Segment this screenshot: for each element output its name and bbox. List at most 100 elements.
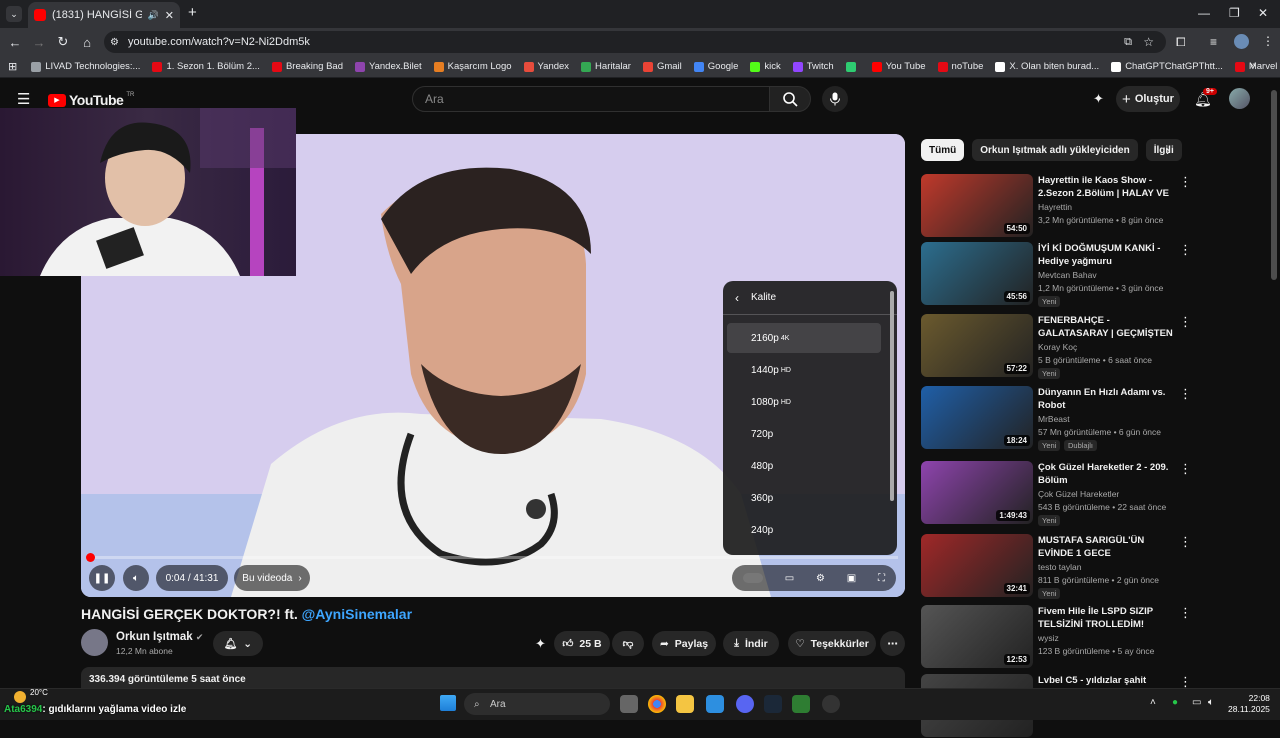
video-title[interactable]: İYİ Kİ DOĞMUŞUM KANKİ - Hediye yağmuru — [1038, 242, 1173, 268]
quality-option[interactable]: 1440p HD — [727, 355, 881, 385]
quality-menu-header[interactable]: ‹ Kalite — [723, 281, 897, 315]
window-close-icon[interactable]: ✕ — [1258, 6, 1268, 20]
search-button[interactable] — [769, 86, 811, 112]
upload-sparkle-icon[interactable]: ✦ — [1093, 91, 1104, 107]
store-icon[interactable] — [706, 695, 724, 713]
bookmark-item[interactable]: Kaşarcım Logo — [433, 61, 512, 72]
video-thumbnail[interactable]: 32:41 — [921, 534, 1033, 597]
site-info-icon[interactable]: ⚙ — [110, 37, 119, 48]
apps-grid-icon[interactable]: ⊞ — [8, 60, 17, 73]
volume-button[interactable]: 🔈︎ — [123, 565, 149, 591]
tab-list-button[interactable]: ⌄ — [6, 6, 22, 22]
more-options-icon[interactable]: ⋮ — [1179, 314, 1192, 330]
search-input[interactable]: Ara — [412, 86, 770, 112]
video-thumbnail[interactable]: 45:56 — [921, 242, 1033, 305]
fullscreen-icon[interactable]: ⛶ — [878, 573, 885, 584]
recommended-video[interactable]: 57:22 FENERBAHÇE - GALATASARAY | GEÇMİŞTE… — [921, 314, 1261, 379]
more-options-icon[interactable]: ⋮ — [1179, 174, 1192, 190]
bookmark-item[interactable]: noTube — [937, 61, 983, 72]
hamburger-menu-icon[interactable]: ☰ — [17, 90, 30, 108]
bookmark-item[interactable]: LIVAD Technologies:... — [31, 61, 140, 72]
filter-chip[interactable]: Tümü — [921, 139, 965, 161]
video-title[interactable]: Dünyanın En Hızlı Adamı vs. Robot — [1038, 386, 1173, 412]
quality-option[interactable]: 240p — [727, 515, 881, 545]
channel-name[interactable]: Hayrettin — [1038, 202, 1072, 212]
reading-list-icon[interactable]: ≡ — [1210, 35, 1217, 49]
bookmark-item[interactable]: kick — [750, 61, 781, 72]
bookmark-item[interactable]: Twitch — [792, 61, 834, 72]
quality-option[interactable]: 2160p 4K — [727, 323, 881, 353]
video-title[interactable]: Fivem Hile İle LSPD SIZIP TELSİZİNİ TROL… — [1038, 605, 1173, 631]
quality-option[interactable]: 720p — [727, 419, 881, 449]
video-thumbnail[interactable]: 57:22 — [921, 314, 1033, 377]
video-thumbnail[interactable]: 1:49:43 — [921, 461, 1033, 524]
extensions-icon[interactable]: ⧠ — [1176, 35, 1186, 50]
bookmark-item[interactable]: ChatGPTChatGPThtt... — [1111, 61, 1223, 72]
progress-bar[interactable] — [86, 553, 898, 562]
filter-chip[interactable]: İlgili — [1145, 139, 1182, 161]
more-options-icon[interactable]: ⋮ — [1179, 605, 1192, 621]
quality-option[interactable]: 1080p HD — [727, 387, 881, 417]
bookmark-item[interactable]: Yandex — [523, 61, 569, 72]
more-options-icon[interactable]: ⋮ — [1179, 461, 1192, 477]
tray-volume-icon[interactable]: 🔈︎ — [1208, 697, 1214, 708]
chrome-icon[interactable] — [648, 695, 666, 713]
like-button[interactable]: 👍︎ 25 B — [554, 631, 610, 656]
address-bar[interactable]: ⚙ youtube.com/watch?v=N2-Ni2Ddm5k ⧉ ☆ — [104, 31, 1166, 53]
bookmarks-overflow-icon[interactable]: » — [1250, 60, 1256, 71]
install-app-icon[interactable]: ⧉ — [1124, 36, 1132, 49]
forward-icon[interactable]: → — [27, 35, 51, 50]
app-feather-icon[interactable] — [792, 695, 810, 713]
video-title[interactable]: FENERBAHÇE - GALATASARAY | GEÇMİŞTEN GÜN… — [1038, 314, 1173, 340]
voice-search-button[interactable] — [822, 86, 848, 112]
bookmark-item[interactable]: Marvel dizi ve filmle... — [1234, 61, 1280, 72]
obs-icon[interactable] — [822, 695, 840, 713]
youtube-logo[interactable]: ▶ YouTube TR — [48, 92, 134, 108]
more-options-icon[interactable]: ⋮ — [1179, 534, 1192, 550]
channel-name[interactable]: testo taylan — [1038, 562, 1081, 572]
channel-name[interactable]: Koray Koç — [1038, 342, 1077, 352]
steam-icon[interactable] — [764, 695, 782, 713]
progress-scrubber[interactable] — [86, 553, 95, 562]
filter-chip[interactable]: Orkun Işıtmak adlı yükleyiciden — [972, 139, 1138, 161]
menu-scrollbar[interactable] — [890, 291, 894, 501]
taskbar-search[interactable]: ⌕ Ara — [464, 693, 610, 715]
dislike-button[interactable]: 👎︎ — [612, 631, 644, 656]
recommended-video[interactable]: 45:56 İYİ Kİ DOĞMUŞUM KANKİ - Hediye yağm… — [921, 242, 1261, 307]
quality-option[interactable]: 480p — [727, 451, 881, 481]
theater-mode-icon[interactable]: ▣ — [847, 573, 856, 584]
bookmark-item[interactable]: Google — [693, 61, 738, 72]
create-button[interactable]: + Oluştur — [1116, 86, 1180, 112]
bookmark-item[interactable]: Gmail — [642, 61, 682, 72]
subscribe-bell-button[interactable]: 🔔︎ ⌄ — [213, 631, 263, 656]
weather-widget[interactable]: 20°C — [14, 688, 48, 703]
bookmark-item[interactable]: 1. Sezon 1. Bölüm 2... — [152, 61, 260, 72]
video-thumbnail[interactable]: 54:50 — [921, 174, 1033, 237]
recommended-video[interactable]: 32:41 MUSTAFA SARIGÜL'ÜN EVİNDE 1 GECE tes… — [921, 534, 1261, 599]
share-button[interactable]: ➦ Paylaş — [652, 631, 716, 656]
tray-network-icon[interactable]: ▭ — [1192, 697, 1201, 708]
notifications-button[interactable]: 🔔︎ 9+ — [1194, 88, 1217, 109]
reload-icon[interactable]: ↻ — [51, 34, 75, 50]
tray-mic-icon[interactable]: ● — [1172, 697, 1178, 708]
more-options-icon[interactable]: ⋮ — [1179, 386, 1192, 402]
video-title[interactable]: MUSTAFA SARIGÜL'ÜN EVİNDE 1 GECE — [1038, 534, 1173, 560]
profile-avatar[interactable] — [1234, 34, 1249, 49]
video-title[interactable]: Çok Güzel Hareketler 2 - 209. Bölüm — [1038, 461, 1173, 487]
file-explorer-icon[interactable] — [676, 695, 694, 713]
video-thumbnail[interactable]: 18:24 — [921, 386, 1033, 449]
channel-name[interactable]: MrBeast — [1038, 414, 1070, 424]
video-thumbnail[interactable]: 12:53 — [921, 605, 1033, 668]
tray-chevron-icon[interactable]: ˄ — [1150, 697, 1156, 708]
chips-next-icon[interactable]: › — [1166, 142, 1171, 158]
settings-gear-icon[interactable]: ⚙ — [816, 573, 825, 584]
page-scrollbar[interactable] — [1271, 90, 1277, 280]
subtitles-icon[interactable]: ▭ — [785, 573, 794, 584]
ask-sparkle-icon[interactable]: ✦ — [535, 636, 546, 652]
bookmark-item[interactable]: You Tube — [871, 61, 926, 72]
new-tab-button[interactable]: + — [188, 4, 197, 21]
download-button[interactable]: ⤓ İndir — [723, 631, 779, 656]
windows-start-icon[interactable] — [440, 695, 456, 711]
tab-close-icon[interactable]: ✕ — [165, 9, 174, 22]
recommended-video[interactable]: 18:24 Dünyanın En Hızlı Adamı vs. Robot Mr… — [921, 386, 1261, 451]
